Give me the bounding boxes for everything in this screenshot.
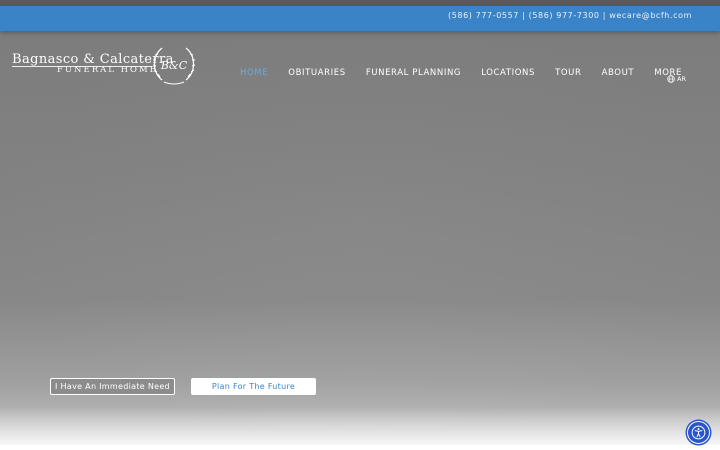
hero-bottom-fade [0,407,720,445]
site-logo[interactable]: Bagnasco & Calcaterra FUNERAL HOME B&C [10,44,200,88]
logo-subtitle: FUNERAL HOME [57,65,158,75]
nav-obituaries[interactable]: OBITUARIES [288,68,345,78]
accessibility-icon [691,425,706,440]
contact-separator: | [602,11,607,20]
monogram-text: B&C [160,59,188,72]
nav-locations[interactable]: LOCATIONS [481,68,535,78]
contact-info: (586) 777-0557 | (586) 977-7300 | wecare… [448,11,692,20]
contact-bar: (586) 777-0557 | (586) 977-7300 | wecare… [0,6,720,31]
nav-home[interactable]: HOME [240,68,268,78]
phone-link-2[interactable]: (586) 977-7300 [529,11,600,20]
immediate-need-button[interactable]: I Have An Immediate Need [50,378,175,395]
language-selector[interactable]: AR [667,75,686,83]
accessibility-button[interactable] [687,421,710,444]
main-navigation: HOME OBITUARIES FUNERAL PLANNING LOCATIO… [240,60,697,78]
nav-about[interactable]: ABOUT [602,68,635,78]
nav-tour[interactable]: TOUR [555,68,581,78]
monogram-wreath-icon: B&C [152,47,196,85]
nav-funeral-planning[interactable]: FUNERAL PLANNING [366,68,461,78]
phone-link-1[interactable]: (586) 777-0557 [448,11,519,20]
plan-future-button[interactable]: Plan For The Future [191,378,316,395]
email-link[interactable]: wecare@bcfh.com [609,11,692,20]
language-label: AR [677,75,686,83]
contact-separator: | [522,11,526,20]
globe-icon [667,75,675,83]
